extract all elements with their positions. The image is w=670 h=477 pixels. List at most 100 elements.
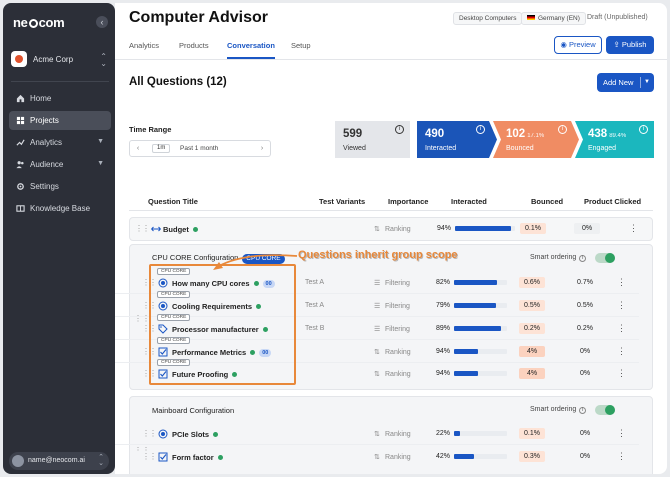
locale-chip[interactable]: Germany (EN) — [521, 12, 586, 25]
test-variant[interactable]: Test A — [305, 279, 324, 286]
interacted-percent: 94% — [437, 225, 452, 232]
tab-conversation[interactable]: Conversation — [227, 41, 275, 59]
interacted-bar — [454, 431, 507, 436]
question-title[interactable]: Form factor — [172, 453, 223, 462]
info-icon[interactable]: i — [558, 125, 567, 134]
time-range-label: Time Range — [129, 125, 172, 134]
importance-value[interactable]: ☰ Filtering — [374, 302, 410, 310]
question-title[interactable]: PCIe Slots — [172, 430, 219, 439]
stat-bounced-percent: 17.1% — [527, 133, 545, 139]
interacted-bar — [454, 454, 507, 459]
column-header-importance[interactable]: Importance — [388, 197, 428, 206]
smart-ordering-toggle[interactable] — [595, 405, 615, 415]
importance-value[interactable]: ⇅ Ranking — [374, 370, 411, 378]
info-icon[interactable]: i — [579, 255, 587, 262]
stat-bounced: 102 17.1% Bounced i — [493, 121, 579, 158]
ranking-icon: ⇅ — [374, 454, 380, 461]
sidebar: ne com ‹ Acme Corp ⌃ ⌄ Home Projects Analy… — [3, 3, 115, 474]
drag-handle-icon[interactable]: ⋮⋮ — [135, 224, 150, 233]
more-options-icon[interactable]: ⋮ — [617, 300, 626, 311]
user-menu[interactable]: name@neocom.ai ⌃ ⌄ — [9, 452, 109, 470]
interacted-bar-fill — [454, 349, 478, 354]
smart-ordering-label: Smart ordering i — [530, 406, 587, 414]
table-header-divider — [129, 210, 653, 211]
clicked-value: 0% — [574, 223, 600, 234]
stat-bounced-label: Bounced — [506, 145, 534, 152]
sidebar-item-home[interactable]: Home — [9, 89, 111, 108]
importance-value[interactable]: ⇅ Ranking — [374, 453, 411, 461]
more-options-icon[interactable]: ⋮ — [617, 451, 626, 462]
smart-ordering-toggle[interactable] — [595, 253, 615, 263]
importance-value[interactable]: ⇅ Ranking — [374, 348, 411, 356]
interacted-bar — [455, 226, 515, 231]
publish-button[interactable]: ⇪ Publish — [606, 36, 654, 54]
test-variant[interactable]: Test B — [305, 325, 324, 332]
importance-value[interactable]: ⇅ Ranking — [374, 430, 411, 438]
chevron-updown-icon: ⌃ ⌄ — [100, 52, 107, 68]
sidebar-item-projects[interactable]: Projects — [9, 111, 111, 130]
logo-text-suffix: com — [38, 15, 65, 30]
bounced-value: 0.1% — [520, 223, 546, 234]
interacted-bar-fill — [454, 371, 478, 376]
more-options-icon[interactable]: ⋮ — [629, 223, 638, 234]
smart-ordering-label: Smart ordering i — [530, 254, 587, 262]
interacted-percent: 89% — [436, 325, 451, 332]
column-header-bounced[interactable]: Bounced — [531, 197, 563, 206]
more-options-icon[interactable]: ⋮ — [617, 368, 626, 379]
table-row[interactable]: ⋮⋮ PCIe Slots ⇅ Ranking 22% 0.1% 0% ⋮ — [115, 423, 639, 445]
column-header-interacted[interactable]: Interacted — [451, 197, 487, 206]
interacted-percent: 94% — [436, 370, 451, 377]
info-icon[interactable]: i — [639, 125, 648, 134]
importance-value[interactable]: ☰ Filtering — [374, 325, 410, 333]
column-header-title[interactable]: Question Title — [148, 197, 198, 206]
more-options-icon[interactable]: ⋮ — [617, 323, 626, 334]
tab-analytics[interactable]: Analytics — [129, 41, 159, 50]
question-title[interactable]: Budget — [163, 225, 198, 234]
ranking-icon: ⇅ — [374, 226, 380, 233]
info-icon[interactable]: i — [579, 407, 587, 414]
bounced-value: 0.3% — [519, 451, 545, 462]
neocom-logo[interactable]: ne com — [13, 15, 65, 30]
time-range-value[interactable]: Past 1 month — [180, 145, 218, 152]
more-options-icon[interactable]: ⋮ — [617, 277, 626, 288]
table-row[interactable]: ⋮⋮ Form factor ⇅ Ranking 42% 0.3% 0% ⋮ — [115, 446, 639, 468]
ranking-icon: ⇅ — [374, 431, 380, 438]
filter-icon: ☰ — [374, 326, 381, 333]
info-icon[interactable]: i — [395, 125, 404, 134]
sidebar-item-settings[interactable]: Settings — [9, 177, 111, 196]
info-icon[interactable]: i — [476, 125, 485, 134]
column-header-clicked[interactable]: Product Clicked — [584, 197, 641, 206]
more-options-icon[interactable]: ⋮ — [617, 346, 626, 357]
chevron-down-icon[interactable]: ▼ — [644, 73, 650, 92]
drag-handle-icon[interactable]: ⋮⋮ — [142, 452, 157, 461]
tab-setup[interactable]: Setup — [291, 41, 311, 50]
preview-button-label: Preview — [568, 40, 596, 49]
ranking-icon: ⇅ — [374, 349, 380, 356]
column-header-variants[interactable]: Test Variants — [319, 197, 365, 206]
drag-handle-icon[interactable]: ⋮⋮ — [142, 429, 157, 438]
time-range-pill[interactable]: 1m — [152, 144, 171, 153]
chevron-left-icon[interactable]: ‹ — [130, 141, 146, 156]
collapse-sidebar-button[interactable]: ‹ — [96, 16, 108, 28]
sidebar-item-audience[interactable]: Audience ▼ — [9, 155, 111, 174]
org-switcher[interactable]: Acme Corp ⌃ ⌄ — [9, 49, 111, 71]
category-chip[interactable]: Desktop Computers — [453, 12, 523, 25]
stat-engaged-percent: 89.4% — [609, 133, 627, 139]
sidebar-item-knowledge-base[interactable]: Knowledge Base — [9, 199, 111, 218]
annotation-highlight-box — [149, 264, 296, 385]
more-options-icon[interactable]: ⋮ — [617, 428, 626, 439]
interacted-percent: 22% — [436, 430, 451, 437]
table-row[interactable]: ⋮⋮ Budget ⇅ Ranking 94% 0.1% 0% ⋮ — [129, 218, 653, 240]
test-variant[interactable]: Test A — [305, 302, 324, 309]
bounced-value: 0.5% — [519, 300, 545, 311]
preview-button[interactable]: ◉ Preview — [554, 36, 602, 54]
add-new-button[interactable]: Add New ▼ — [597, 73, 654, 92]
stat-interacted-value: 490 — [425, 128, 445, 140]
tab-products[interactable]: Products — [179, 41, 209, 50]
sidebar-item-analytics[interactable]: Analytics ▼ — [9, 133, 111, 152]
status-dot — [213, 431, 219, 437]
importance-value[interactable]: ☰ Filtering — [374, 279, 410, 287]
chevron-right-icon[interactable]: › — [254, 141, 270, 156]
stat-viewed-label: Viewed — [343, 145, 366, 152]
importance-value[interactable]: ⇅ Ranking — [374, 225, 411, 233]
